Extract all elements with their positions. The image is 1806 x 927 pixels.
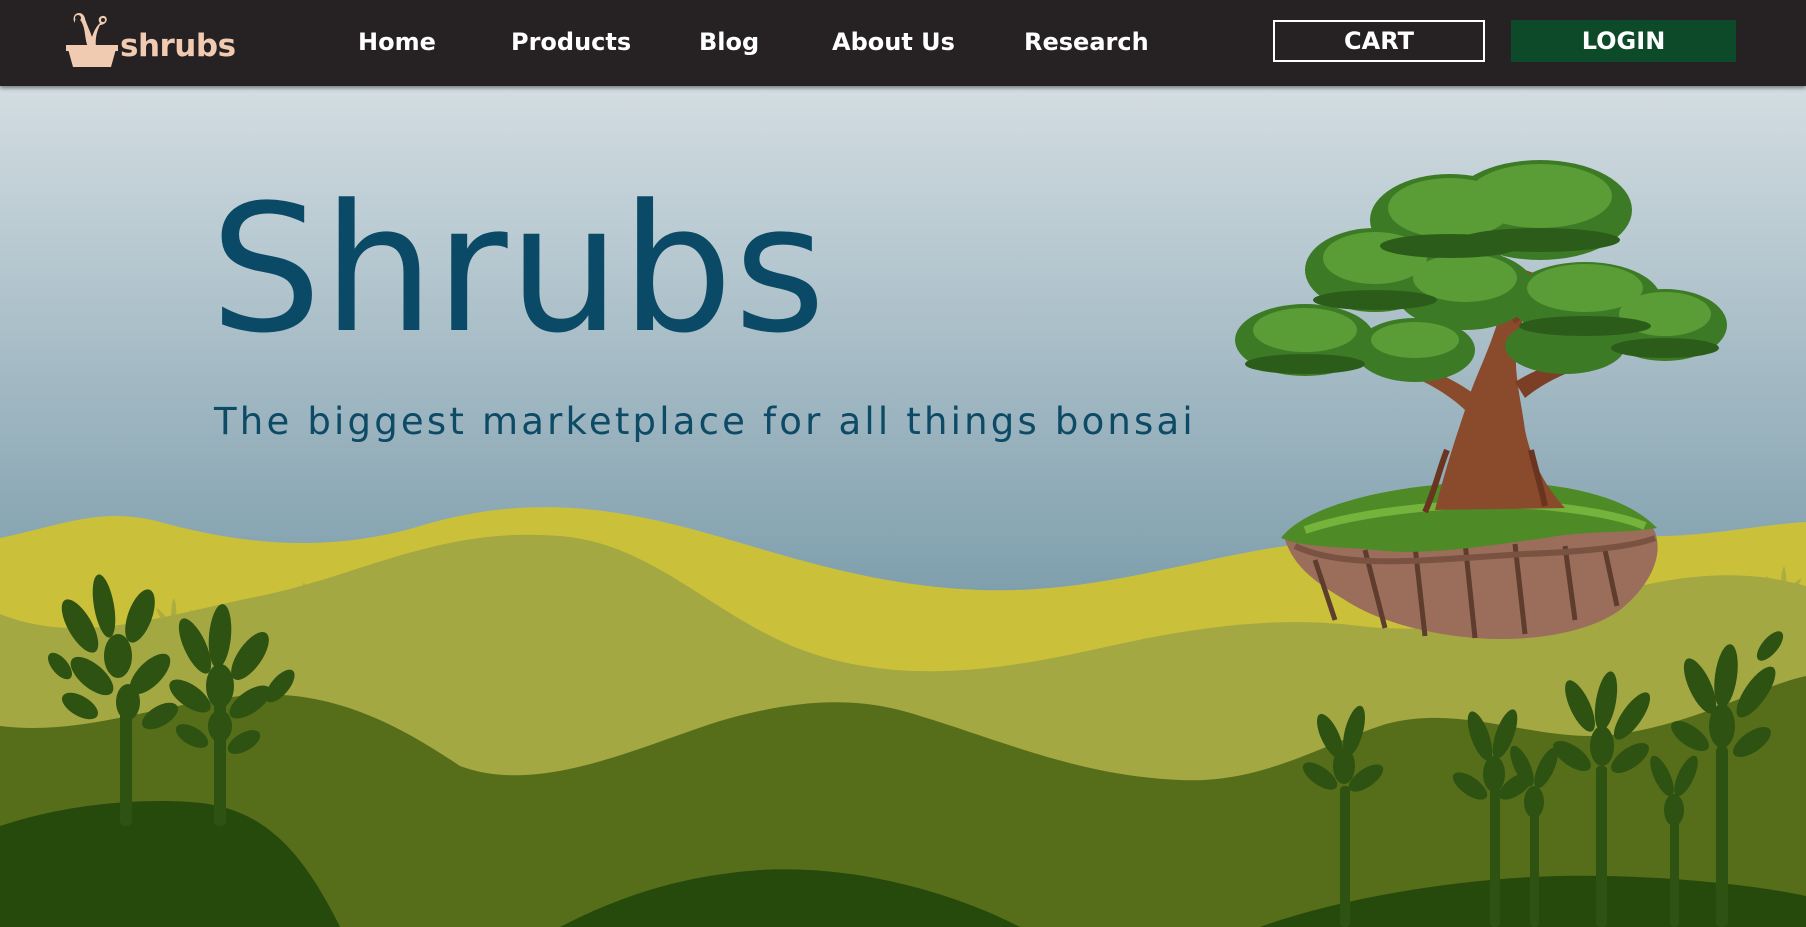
nav-link-home[interactable]: Home [358,24,436,60]
bonsai-pot-icon [66,13,118,67]
nav-link-about-us[interactable]: About Us [832,24,955,60]
login-button-label: LOGIN [1581,27,1666,55]
hero-section: Shrubs The biggest marketplace for all t… [0,86,1806,927]
brand-logo[interactable]: shrubs [66,6,236,72]
cart-button-label: CART [1344,27,1414,55]
nav-link-research[interactable]: Research [1024,24,1149,60]
brand-name: shrubs [120,28,236,64]
top-navbar: shrubs Home Products Blog About Us Resea… [0,0,1806,86]
cart-button[interactable]: CART [1273,20,1485,62]
hero-title: Shrubs [210,167,827,372]
hero-subtitle: The biggest marketplace for all things b… [214,400,1196,443]
nav-link-products[interactable]: Products [511,24,631,60]
nav-link-blog[interactable]: Blog [699,24,759,60]
login-button[interactable]: LOGIN [1511,20,1736,62]
floating-island-bonsai-image [1235,160,1727,640]
